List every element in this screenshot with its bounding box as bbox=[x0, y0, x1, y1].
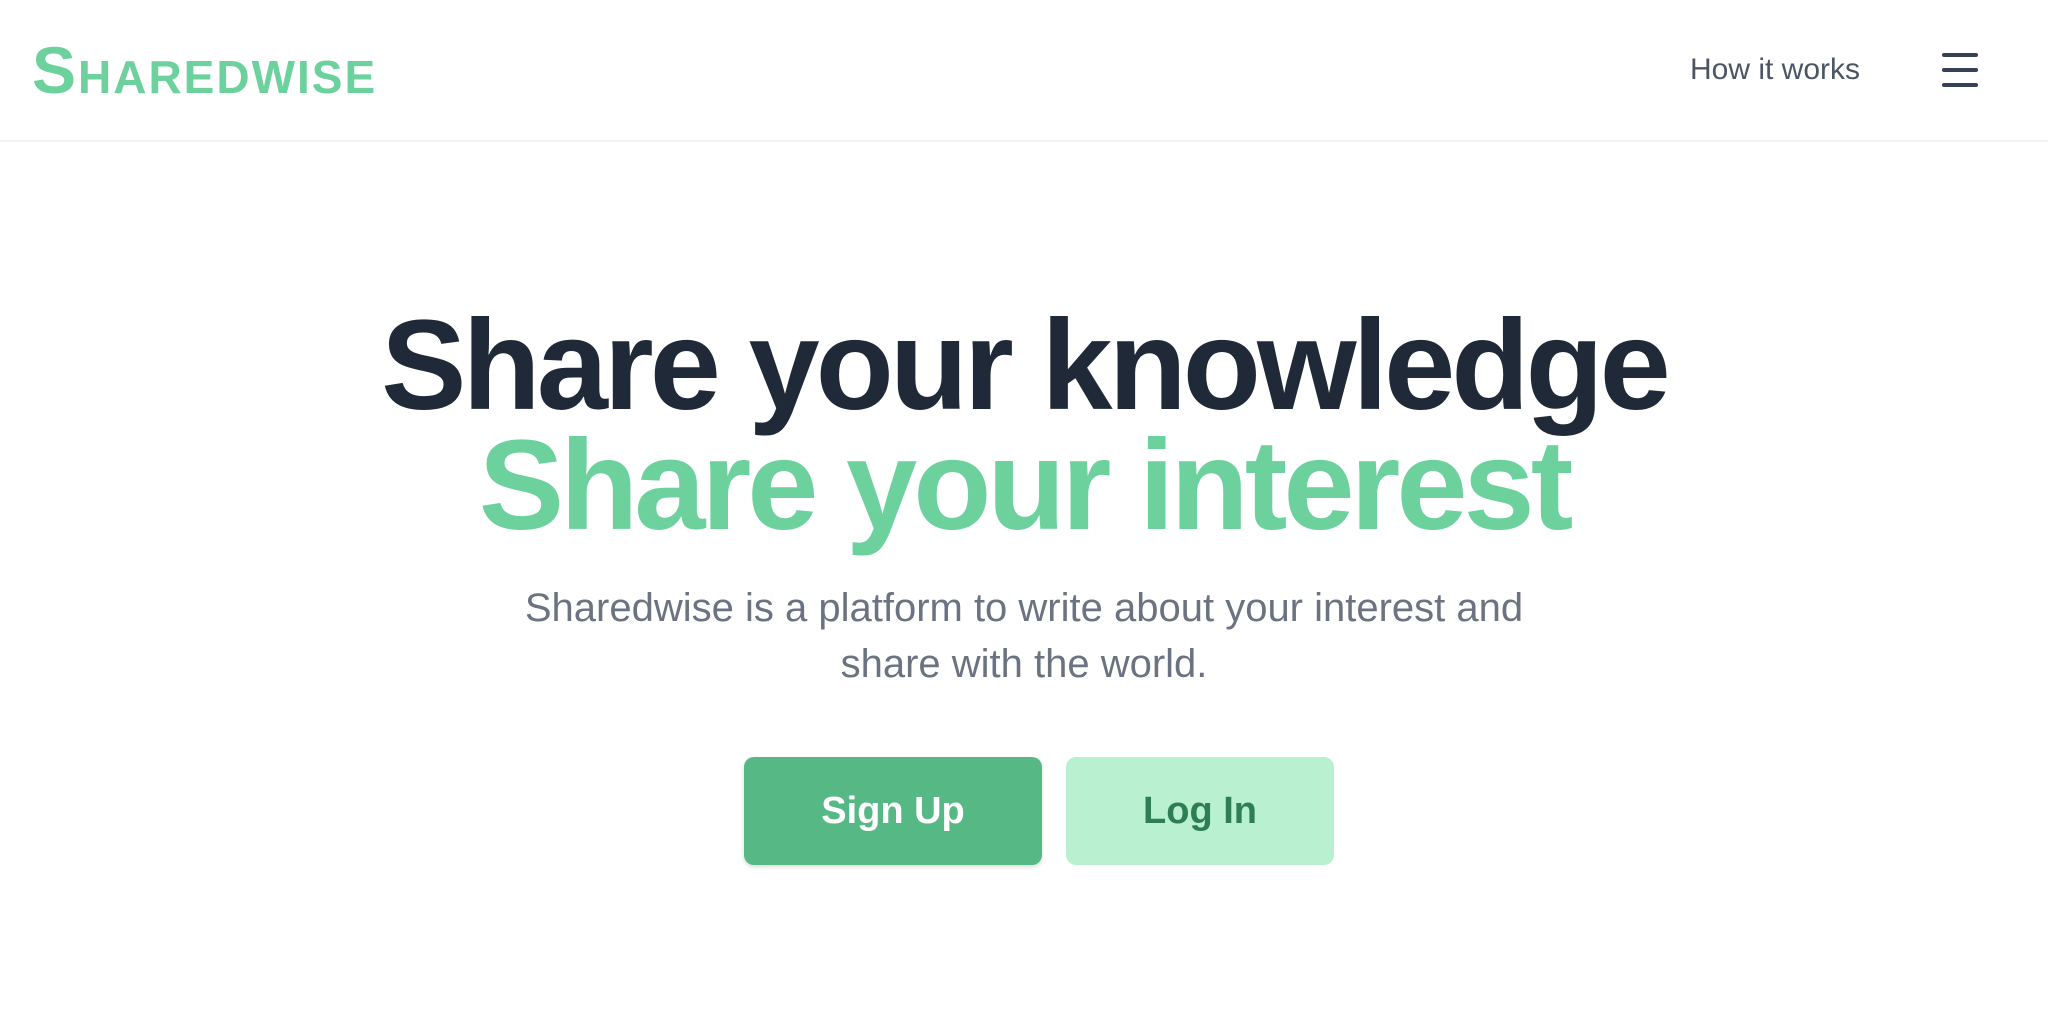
top-navbar: Sharedwise How it works bbox=[0, 0, 2048, 142]
sign-up-button[interactable]: Sign Up bbox=[744, 757, 1042, 865]
logo[interactable]: Sharedwise bbox=[32, 30, 377, 110]
headline-secondary: Share your interest bbox=[478, 414, 1574, 557]
log-in-button[interactable]: Log In bbox=[1066, 757, 1334, 865]
hero-subtitle: Sharedwise is a platform to write about … bbox=[524, 586, 1524, 686]
hamburger-menu-icon[interactable] bbox=[1938, 50, 1982, 90]
how-it-works-link[interactable]: How it works bbox=[1690, 48, 1860, 92]
